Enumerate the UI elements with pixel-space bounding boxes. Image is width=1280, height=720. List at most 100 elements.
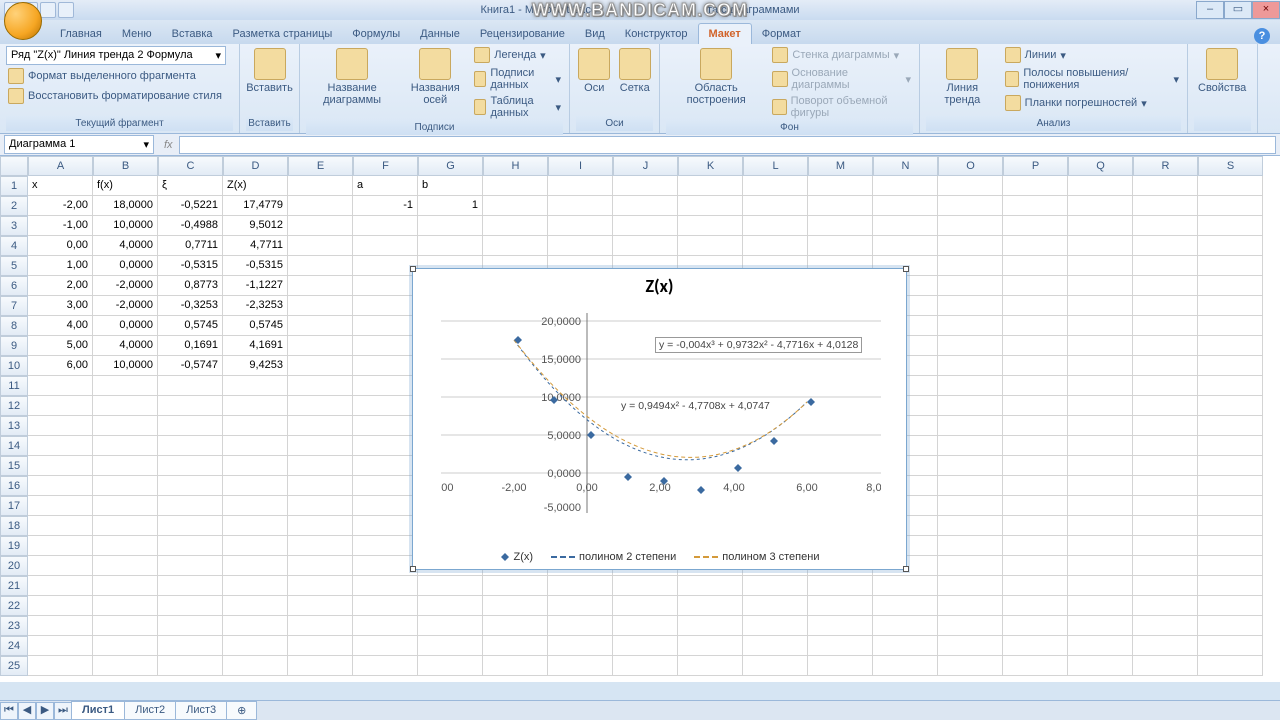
cell[interactable]	[808, 576, 873, 596]
cell[interactable]	[1198, 456, 1263, 476]
cell[interactable]	[288, 216, 353, 236]
cell[interactable]: 5,00	[28, 336, 93, 356]
help-icon[interactable]: ?	[1254, 28, 1270, 44]
cell[interactable]	[1133, 416, 1198, 436]
cell[interactable]: a	[353, 176, 418, 196]
row-header[interactable]: 6	[0, 276, 28, 296]
cell[interactable]	[1003, 516, 1068, 536]
sheet-nav-first[interactable]: ⏮	[0, 702, 18, 720]
cell[interactable]: 0,7711	[158, 236, 223, 256]
cell[interactable]: 9,5012	[223, 216, 288, 236]
row-header[interactable]: 20	[0, 556, 28, 576]
trendline-button[interactable]: Линия тренда	[926, 46, 999, 108]
cell[interactable]	[1003, 316, 1068, 336]
cell[interactable]	[548, 576, 613, 596]
cell[interactable]	[1198, 496, 1263, 516]
cell[interactable]	[1068, 296, 1133, 316]
cell[interactable]	[28, 516, 93, 536]
cell[interactable]	[1133, 616, 1198, 636]
cell[interactable]	[1198, 416, 1263, 436]
cell[interactable]	[93, 396, 158, 416]
cell[interactable]	[288, 176, 353, 196]
cell[interactable]: 4,00	[28, 316, 93, 336]
ribbon-tab[interactable]: Меню	[112, 24, 162, 44]
cell[interactable]	[938, 296, 1003, 316]
cell[interactable]	[743, 656, 808, 676]
cell[interactable]	[938, 436, 1003, 456]
cell[interactable]	[288, 496, 353, 516]
cell[interactable]	[743, 576, 808, 596]
cell[interactable]	[353, 376, 418, 396]
cell[interactable]	[808, 616, 873, 636]
cell[interactable]	[808, 236, 873, 256]
cell[interactable]	[93, 576, 158, 596]
cell[interactable]	[1068, 336, 1133, 356]
cell[interactable]	[223, 656, 288, 676]
cell[interactable]	[158, 516, 223, 536]
cell[interactable]	[158, 576, 223, 596]
cell[interactable]	[1133, 216, 1198, 236]
cell[interactable]	[938, 456, 1003, 476]
cell[interactable]: 17,4779	[223, 196, 288, 216]
cell[interactable]	[353, 636, 418, 656]
cell[interactable]	[93, 556, 158, 576]
cell[interactable]	[1003, 336, 1068, 356]
cell[interactable]	[158, 556, 223, 576]
cell[interactable]	[93, 476, 158, 496]
cell[interactable]	[1133, 476, 1198, 496]
cell[interactable]	[548, 216, 613, 236]
maximize-button[interactable]: ▭	[1224, 1, 1252, 19]
cell[interactable]	[353, 516, 418, 536]
cell[interactable]	[1068, 656, 1133, 676]
cell[interactable]	[288, 236, 353, 256]
cell[interactable]: b	[418, 176, 483, 196]
cell[interactable]	[1003, 596, 1068, 616]
cell[interactable]	[678, 196, 743, 216]
cell[interactable]	[353, 356, 418, 376]
cell[interactable]	[1198, 236, 1263, 256]
cell[interactable]	[1068, 476, 1133, 496]
cell[interactable]	[288, 356, 353, 376]
sheet-tab[interactable]: Лист3	[175, 701, 227, 720]
cell[interactable]	[1198, 636, 1263, 656]
cell[interactable]: -0,5747	[158, 356, 223, 376]
cell[interactable]	[678, 576, 743, 596]
cell[interactable]	[288, 296, 353, 316]
cell[interactable]	[873, 176, 938, 196]
cell[interactable]	[1133, 436, 1198, 456]
cell[interactable]	[28, 636, 93, 656]
cell[interactable]	[938, 236, 1003, 256]
cell[interactable]	[1068, 536, 1133, 556]
cell[interactable]	[938, 476, 1003, 496]
cell[interactable]	[1133, 256, 1198, 276]
row-header[interactable]: 17	[0, 496, 28, 516]
cell[interactable]	[1068, 196, 1133, 216]
cell[interactable]	[223, 496, 288, 516]
cell[interactable]: 1,00	[28, 256, 93, 276]
cell[interactable]	[613, 216, 678, 236]
cell[interactable]	[28, 436, 93, 456]
legend-button[interactable]: Легенда ▾	[472, 46, 563, 64]
cell[interactable]	[1068, 316, 1133, 336]
cell[interactable]	[1003, 476, 1068, 496]
cell[interactable]	[938, 336, 1003, 356]
col-header[interactable]: Q	[1068, 156, 1133, 176]
cell[interactable]	[1003, 376, 1068, 396]
cell[interactable]	[938, 596, 1003, 616]
row-header[interactable]: 8	[0, 316, 28, 336]
cell[interactable]	[223, 556, 288, 576]
cell[interactable]	[158, 376, 223, 396]
cell[interactable]	[223, 596, 288, 616]
cell[interactable]	[353, 596, 418, 616]
cell[interactable]	[873, 576, 938, 596]
cell[interactable]	[613, 656, 678, 676]
cell[interactable]	[93, 656, 158, 676]
cell[interactable]	[1133, 456, 1198, 476]
cell[interactable]	[873, 616, 938, 636]
cell[interactable]	[1003, 656, 1068, 676]
cell[interactable]	[93, 636, 158, 656]
cell[interactable]: 18,0000	[93, 196, 158, 216]
row-header[interactable]: 22	[0, 596, 28, 616]
row-header[interactable]: 11	[0, 376, 28, 396]
cell[interactable]	[1003, 276, 1068, 296]
